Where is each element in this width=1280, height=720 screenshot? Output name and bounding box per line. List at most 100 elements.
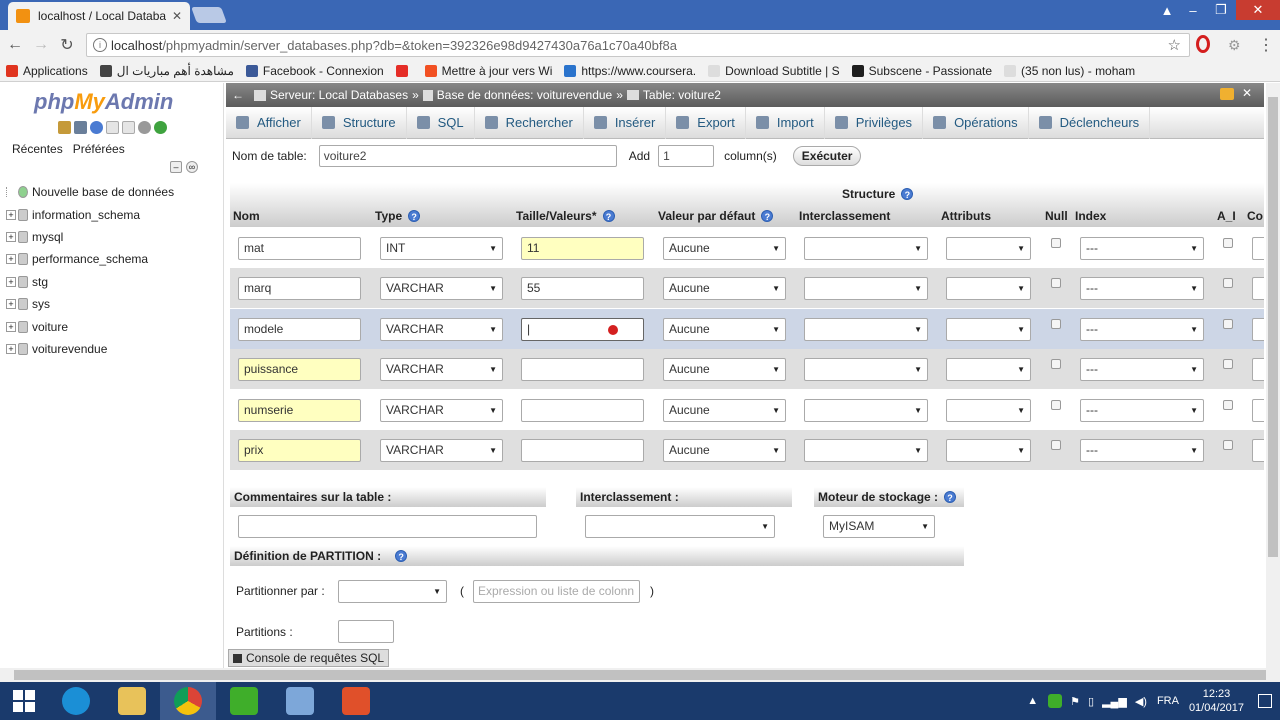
tray-expand-icon[interactable]: ▲ (1027, 695, 1038, 707)
horizontal-scrollbar[interactable] (0, 668, 1280, 682)
column-type-select[interactable]: VARCHAR (380, 358, 503, 382)
tab-triggers[interactable]: Déclencheurs (1029, 106, 1151, 139)
database-tree-item[interactable]: Nouvelle base de données (6, 181, 174, 203)
execute-button[interactable]: Exécuter (792, 146, 862, 166)
column-index-select[interactable]: --- (1080, 358, 1204, 382)
column-collation-select[interactable] (804, 439, 928, 462)
help-icon[interactable]: ? (395, 550, 408, 562)
column-name-input[interactable]: prix (238, 439, 361, 462)
column-null-checkbox[interactable] (1051, 318, 1061, 329)
logout-icon[interactable] (74, 121, 87, 134)
partition-expression-input[interactable]: Expression ou liste de colonn (473, 580, 640, 603)
column-size-input[interactable]: 55 (521, 277, 644, 301)
column-size-input[interactable] (521, 358, 644, 382)
expand-icon[interactable]: + (6, 276, 16, 287)
column-null-checkbox[interactable] (1051, 278, 1061, 289)
expand-icon[interactable]: + (6, 254, 16, 265)
column-ai-checkbox[interactable] (1223, 440, 1233, 450)
database-tree-item[interactable]: + sys (6, 293, 174, 315)
bookmark-item[interactable]: Applications (0, 64, 94, 78)
database-name[interactable]: sys (32, 297, 50, 311)
column-null-checkbox[interactable] (1051, 399, 1061, 410)
expand-icon[interactable]: + (6, 231, 16, 242)
bookmark-star-icon[interactable]: ☆ (1168, 36, 1181, 54)
column-comment-input[interactable] (1252, 317, 1264, 341)
database-name[interactable]: performance_schema (32, 252, 148, 266)
column-ai-checkbox[interactable] (1223, 318, 1233, 329)
link-with-main-icon[interactable]: ∞ (186, 161, 198, 173)
battery-icon[interactable]: ▯ (1088, 695, 1094, 708)
help-icon[interactable]: ? (408, 210, 421, 222)
settings-gear-icon[interactable] (138, 121, 151, 134)
expand-icon[interactable]: + (6, 299, 16, 310)
tab-export[interactable]: Export (666, 106, 746, 139)
column-collation-select[interactable] (804, 358, 928, 382)
column-attributes-select[interactable] (946, 237, 1031, 260)
column-default-select[interactable]: Aucune (663, 358, 786, 382)
add-columns-input[interactable]: 1 (658, 145, 715, 167)
column-name-input[interactable]: marq (238, 277, 361, 301)
browser-tab[interactable]: localhost / Local Databa ✕ (8, 2, 190, 30)
column-default-select[interactable]: Aucune (663, 398, 786, 422)
language-indicator[interactable]: FRA (1157, 695, 1179, 707)
column-size-input[interactable] (521, 439, 644, 462)
column-index-select[interactable]: --- (1080, 439, 1204, 462)
database-tree-item[interactable]: + performance_schema (6, 248, 174, 270)
taskbar-ie[interactable] (48, 682, 104, 720)
info-icon[interactable]: i (93, 38, 107, 52)
column-attributes-select[interactable] (946, 277, 1031, 301)
column-default-select[interactable]: Aucune (663, 277, 786, 301)
taskbar-chrome[interactable] (160, 682, 216, 720)
close-panel-icon[interactable]: ✕ (1242, 86, 1252, 100)
tab-close-icon[interactable]: ✕ (172, 9, 182, 23)
column-collation-select[interactable] (804, 277, 928, 301)
database-tree-item[interactable]: + stg (6, 271, 174, 293)
column-index-select[interactable]: --- (1080, 317, 1204, 341)
docs-icon[interactable] (106, 121, 119, 134)
partition-by-select[interactable] (338, 580, 447, 603)
vertical-scroll-thumb[interactable] (1268, 97, 1278, 557)
extension-icon[interactable]: ⚙ (1228, 37, 1241, 54)
bookmark-item[interactable]: https://www.coursera. (558, 64, 702, 78)
back-icon[interactable]: ← (2, 36, 28, 54)
collapse-all-icon[interactable]: – (170, 161, 182, 173)
column-type-select[interactable]: VARCHAR (380, 277, 503, 301)
column-index-select[interactable]: --- (1080, 277, 1204, 301)
expand-icon[interactable]: + (6, 343, 16, 354)
column-collation-select[interactable] (804, 317, 928, 341)
column-comment-input[interactable] (1252, 439, 1264, 462)
flag-icon[interactable]: ⚑ (1070, 695, 1080, 708)
collapse-left-icon[interactable]: ← (232, 88, 244, 102)
database-name[interactable]: Nouvelle base de données (32, 185, 174, 199)
expand-icon[interactable]: + (6, 321, 16, 332)
column-name-input[interactable]: mat (238, 237, 361, 260)
bookmark-item[interactable]: (35 non lus) - moham (998, 64, 1141, 78)
column-null-checkbox[interactable] (1051, 238, 1061, 248)
database-tree-item[interactable]: + information_schema (6, 203, 174, 225)
column-index-select[interactable]: --- (1080, 237, 1204, 260)
address-bar[interactable]: i localhost/phpmyadmin/server_databases.… (86, 33, 1190, 57)
tab-search[interactable]: Rechercher (475, 106, 584, 139)
database-name[interactable]: voiture (32, 320, 68, 334)
column-name-input[interactable]: puissance (238, 358, 361, 382)
bookmark-item[interactable] (390, 64, 419, 77)
notifications-icon[interactable] (1258, 694, 1272, 708)
table-collation-select[interactable] (585, 515, 775, 538)
tab-privileges[interactable]: Privilèges (825, 106, 924, 139)
reload-icon[interactable]: ↻ (54, 35, 80, 55)
database-tree-item[interactable]: + voiture (6, 315, 174, 337)
opera-extension-icon[interactable] (1196, 35, 1210, 53)
column-name-input[interactable]: modele (238, 317, 361, 341)
column-type-select[interactable]: VARCHAR (380, 398, 503, 422)
column-comment-input[interactable] (1252, 398, 1264, 422)
column-null-checkbox[interactable] (1051, 359, 1061, 370)
column-attributes-select[interactable] (946, 398, 1031, 422)
bookmark-item[interactable]: Subscene - Passionate (846, 64, 998, 78)
column-default-select[interactable]: Aucune (663, 237, 786, 260)
column-attributes-select[interactable] (946, 358, 1031, 382)
column-ai-checkbox[interactable] (1223, 238, 1233, 248)
tab-insert[interactable]: Insérer (584, 106, 667, 139)
column-size-input[interactable]: | (521, 317, 644, 341)
maximize-button[interactable]: ❐ (1206, 0, 1236, 20)
column-collation-select[interactable] (804, 237, 928, 260)
